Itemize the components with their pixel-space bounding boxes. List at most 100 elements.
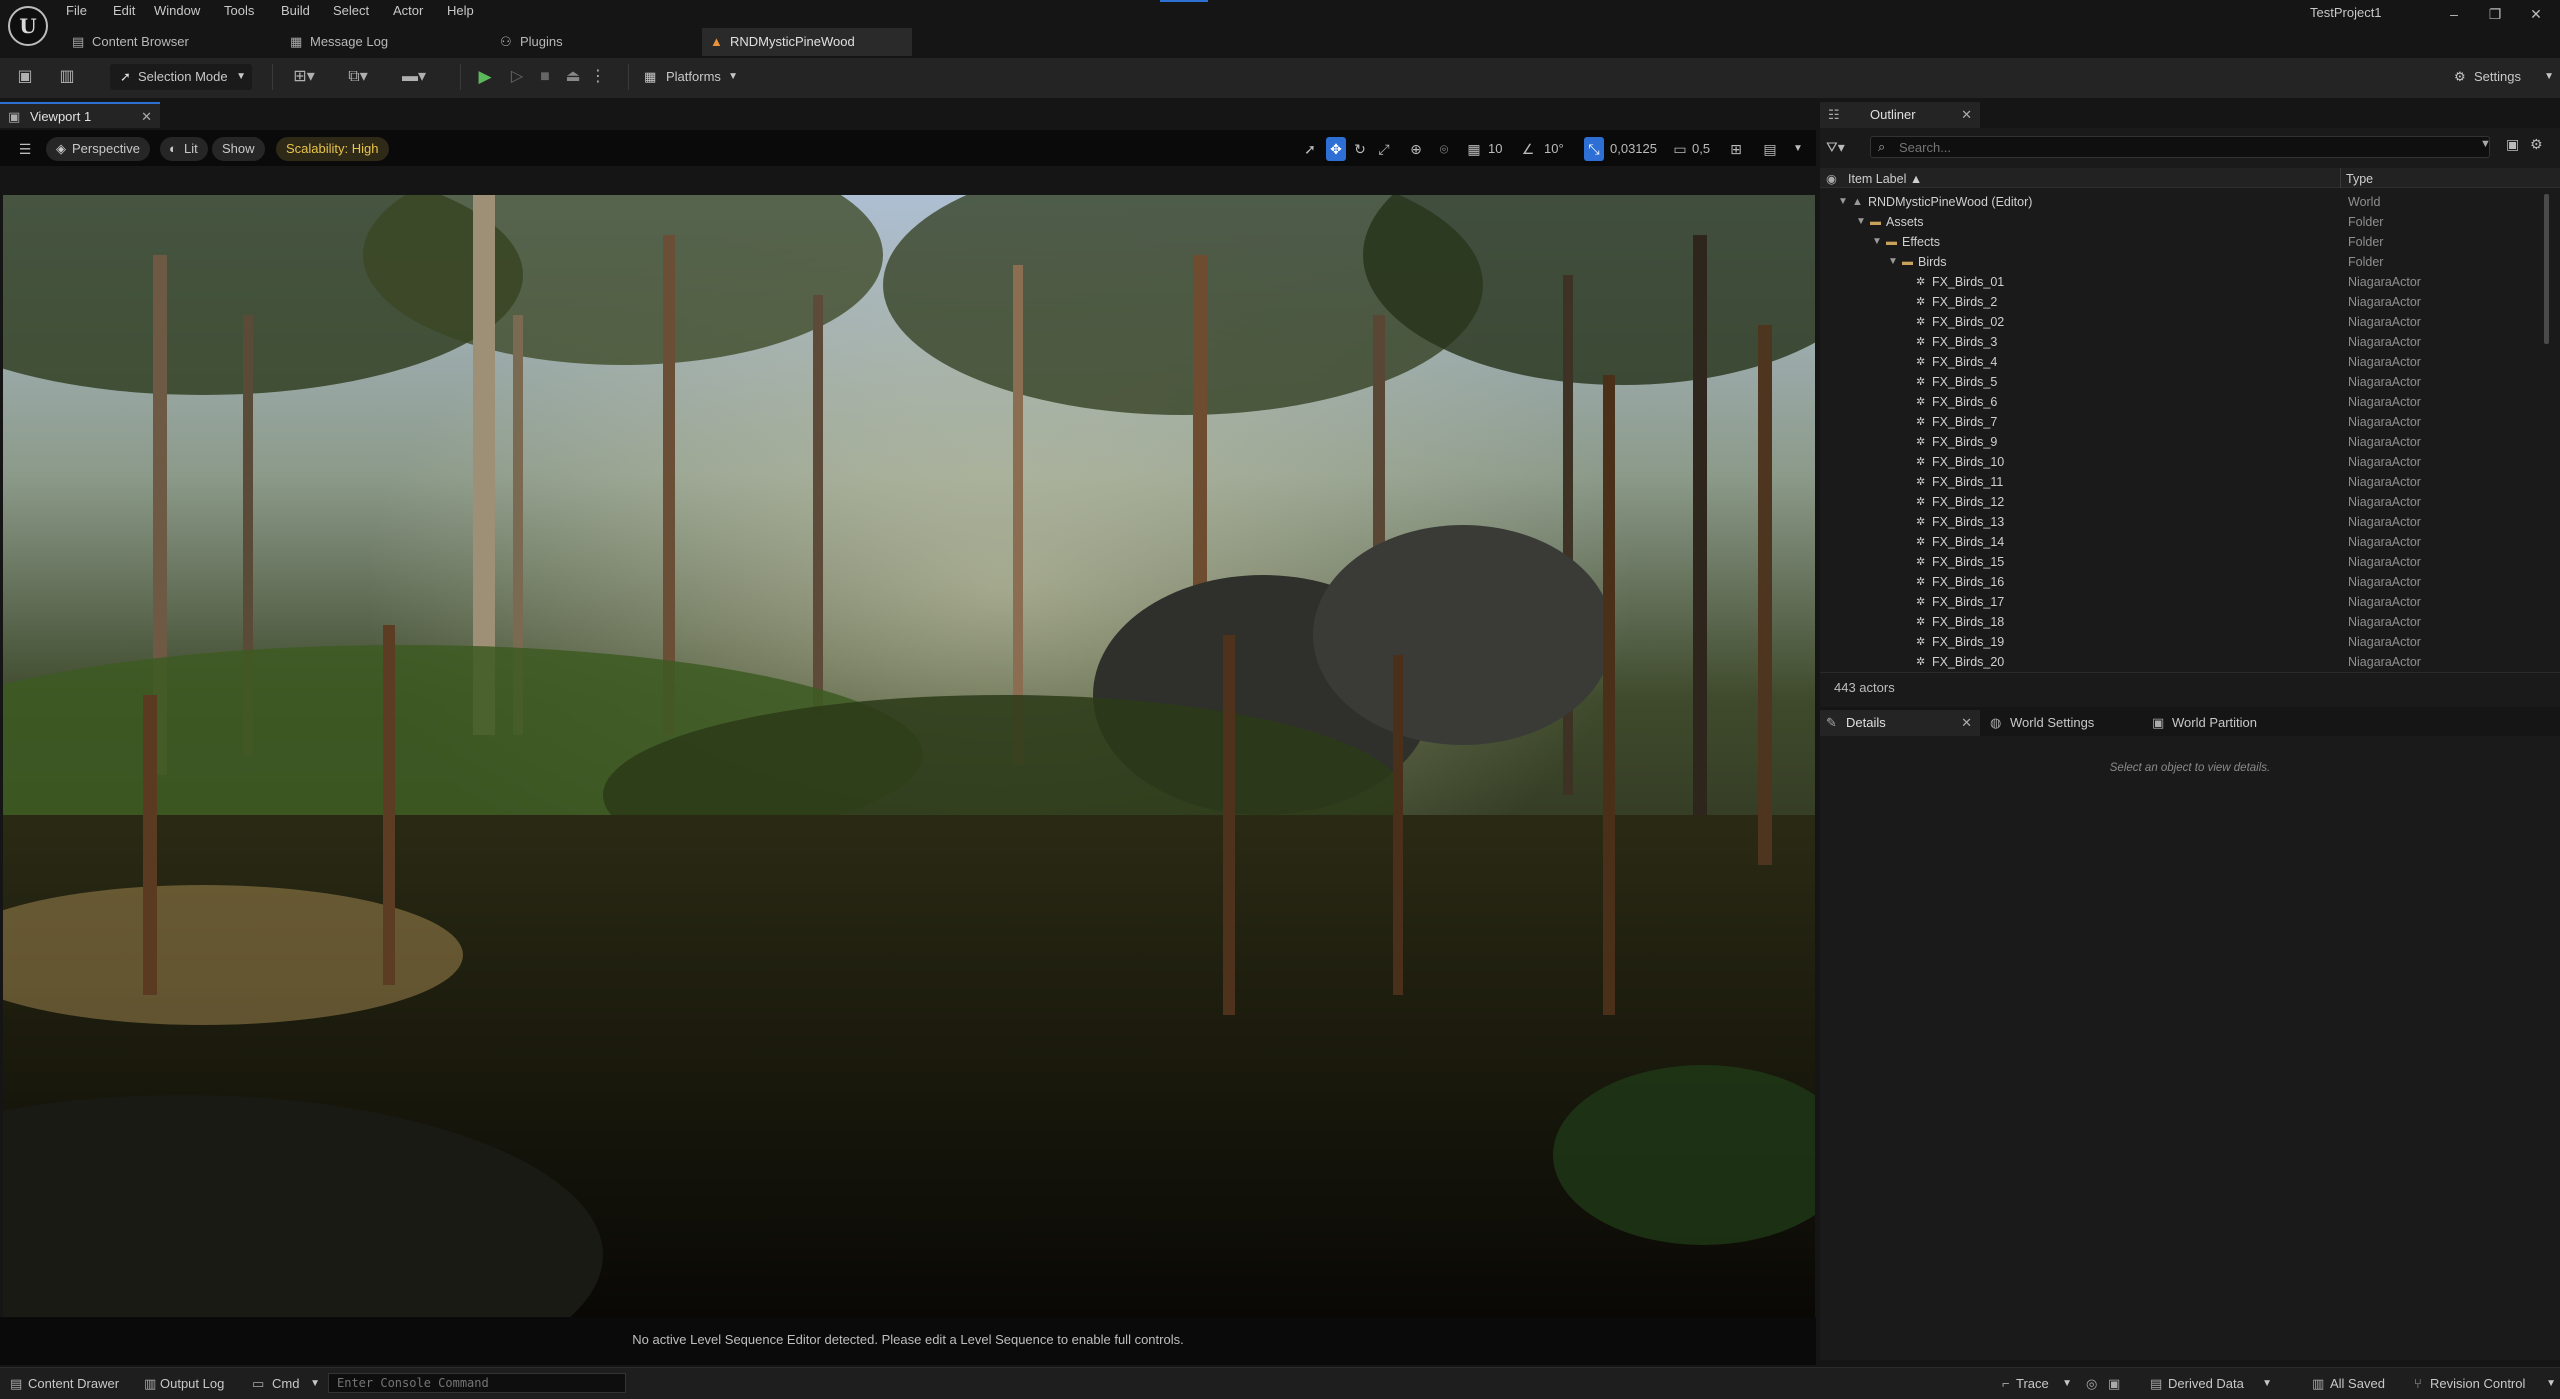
menu-build[interactable]: Build: [281, 0, 310, 22]
all-saved-button[interactable]: ▥ All Saved: [2310, 1375, 2385, 1393]
translate-icon[interactable]: ✥: [1326, 137, 1346, 161]
close-icon[interactable]: ✕: [141, 104, 152, 130]
add-actor-icon[interactable]: ⊞▾: [286, 64, 322, 90]
outliner-row[interactable]: ✲ FX_Birds_02 NiagaraActor: [1820, 312, 2540, 332]
camera-speed-value[interactable]: 0,5: [1692, 137, 1710, 161]
layout-icon[interactable]: ▤: [1752, 137, 1788, 161]
close-icon[interactable]: ✕: [1961, 710, 1972, 736]
trace-dropdown[interactable]: ⌐ Trace ▼: [2002, 1375, 2072, 1393]
rotate-icon[interactable]: ↻: [1350, 137, 1370, 161]
screenshot-icon[interactable]: ▣: [2108, 1375, 2120, 1393]
eject-icon[interactable]: ⏏: [560, 64, 586, 90]
outliner-row[interactable]: ✲ FX_Birds_16 NiagaraActor: [1820, 572, 2540, 592]
outliner-row[interactable]: ✲ FX_Birds_4 NiagaraActor: [1820, 352, 2540, 372]
menu-window[interactable]: Window: [154, 0, 200, 22]
grid-snap-icon[interactable]: ▦: [1464, 137, 1484, 161]
select-cursor-icon[interactable]: ➚: [1300, 137, 1320, 161]
column-item-label[interactable]: Item Label ▲: [1848, 170, 1922, 188]
surface-snap-icon[interactable]: ⌾: [1434, 137, 1454, 161]
maximize-viewport-icon[interactable]: ⊞: [1726, 137, 1746, 161]
outliner-row[interactable]: ✲ FX_Birds_17 NiagaraActor: [1820, 592, 2540, 612]
scale-icon[interactable]: ⤢: [1374, 137, 1394, 161]
world-local-icon[interactable]: ⊕: [1406, 137, 1426, 161]
outliner-row[interactable]: ✲ FX_Birds_10 NiagaraActor: [1820, 452, 2540, 472]
menu-help[interactable]: Help: [447, 0, 474, 22]
show-button[interactable]: Show: [212, 137, 265, 161]
column-type[interactable]: Type: [2346, 170, 2373, 188]
outliner-row[interactable]: ▼ ▬ Effects Folder: [1820, 232, 2540, 252]
stop-icon[interactable]: ■: [532, 64, 558, 90]
close-window-icon[interactable]: ✕: [2526, 4, 2546, 24]
outliner-row[interactable]: ✲ FX_Birds_12 NiagaraActor: [1820, 492, 2540, 512]
blueprints-icon[interactable]: ⧉▾: [340, 64, 376, 90]
output-log-button[interactable]: ▥ Output Log: [142, 1375, 224, 1393]
outliner-row[interactable]: ✲ FX_Birds_3 NiagaraActor: [1820, 332, 2540, 352]
chevron-down-icon[interactable]: ▼: [2480, 138, 2491, 150]
add-folder-icon[interactable]: ▣: [2506, 136, 2519, 153]
outliner-row[interactable]: ✲ FX_Birds_18 NiagaraActor: [1820, 612, 2540, 632]
save-icon[interactable]: ▣: [14, 64, 36, 90]
outliner-row[interactable]: ✲ FX_Birds_13 NiagaraActor: [1820, 512, 2540, 532]
expand-arrow-icon[interactable]: ▼: [1856, 212, 1866, 232]
minimize-icon[interactable]: –: [2444, 4, 2464, 24]
outliner-row[interactable]: ▼ ▬ Birds Folder: [1820, 252, 2540, 272]
chevron-down-icon[interactable]: ▼: [1790, 137, 1806, 161]
scale-snap-value[interactable]: 0,03125: [1610, 137, 1657, 161]
expand-arrow-icon[interactable]: ▼: [1872, 232, 1882, 252]
tab-content-browser[interactable]: ▤ Content Browser: [64, 28, 264, 56]
expand-arrow-icon[interactable]: ▼: [1838, 192, 1848, 212]
outliner-row[interactable]: ✲ FX_Birds_20 NiagaraActor: [1820, 652, 2540, 670]
settings-button[interactable]: ⚙ Settings ▼: [2450, 64, 2556, 90]
play-icon[interactable]: ▶: [472, 64, 498, 90]
filter-icon[interactable]: ⛛▾: [1826, 136, 1862, 158]
more-options-icon[interactable]: ⋮: [590, 64, 606, 90]
cinematics-icon[interactable]: ▬▾: [396, 64, 432, 90]
outliner-row[interactable]: ✲ FX_Birds_11 NiagaraActor: [1820, 472, 2540, 492]
derived-data-dropdown[interactable]: ▤ Derived Data ▼: [2148, 1375, 2272, 1393]
outliner-row[interactable]: ✲ FX_Birds_2 NiagaraActor: [1820, 292, 2540, 312]
scale-snap-icon[interactable]: ⤡: [1584, 137, 1604, 161]
cmd-dropdown[interactable]: ▭ Cmd ▼: [250, 1375, 322, 1393]
outliner-scrollbar[interactable]: [2544, 194, 2549, 344]
perspective-button[interactable]: ◈ Perspective: [46, 137, 150, 161]
tab-viewport-1[interactable]: ▣ Viewport 1 ✕: [0, 102, 160, 128]
visibility-eye-icon[interactable]: ◉: [1826, 170, 1837, 188]
restore-icon[interactable]: ❐: [2485, 4, 2505, 24]
outliner-row[interactable]: ✲ FX_Birds_15 NiagaraActor: [1820, 552, 2540, 572]
tab-level[interactable]: ▲ RNDMysticPineWood: [702, 28, 912, 56]
unreal-logo-icon[interactable]: U: [8, 6, 48, 46]
menu-edit[interactable]: Edit: [113, 0, 135, 22]
content-drawer-button[interactable]: ▤ Content Drawer: [8, 1375, 119, 1393]
viewport-scene[interactable]: [3, 195, 1815, 1317]
outliner-row[interactable]: ✲ FX_Birds_9 NiagaraActor: [1820, 432, 2540, 452]
lit-button[interactable]: ◐ Lit: [160, 137, 208, 161]
tab-details[interactable]: ✎ Details ✕: [1820, 710, 1980, 736]
browse-icon[interactable]: ▥: [56, 64, 78, 90]
tab-plugins[interactable]: ⚇ Plugins: [492, 28, 692, 56]
menu-file[interactable]: File: [66, 0, 87, 22]
column-divider[interactable]: [2340, 168, 2341, 188]
platforms-dropdown[interactable]: ▦ Platforms ▼: [640, 64, 740, 90]
step-icon[interactable]: ▷: [504, 64, 530, 90]
menu-select[interactable]: Select: [333, 0, 369, 22]
menu-actor[interactable]: Actor: [393, 0, 423, 22]
close-icon[interactable]: ✕: [1961, 102, 1972, 128]
rotation-snap-value[interactable]: 10°: [1544, 137, 1564, 161]
rotation-snap-icon[interactable]: ∠: [1518, 137, 1538, 161]
outliner-row[interactable]: ✲ FX_Birds_5 NiagaraActor: [1820, 372, 2540, 392]
tab-message-log[interactable]: ▦ Message Log: [282, 28, 482, 56]
hamburger-menu-icon[interactable]: ☰: [14, 137, 36, 161]
menu-tools[interactable]: Tools: [224, 0, 254, 22]
expand-arrow-icon[interactable]: ▼: [1888, 252, 1898, 272]
outliner-row[interactable]: ✲ FX_Birds_7 NiagaraActor: [1820, 412, 2540, 432]
gear-icon[interactable]: ⚙: [2530, 136, 2543, 153]
revision-control-dropdown[interactable]: ⑂ Revision Control ▼: [2412, 1375, 2556, 1393]
outliner-row[interactable]: ✲ FX_Birds_01 NiagaraActor: [1820, 272, 2540, 292]
outliner-row[interactable]: ✲ FX_Birds_19 NiagaraActor: [1820, 632, 2540, 652]
grid-snap-value[interactable]: 10: [1488, 137, 1502, 161]
camera-speed-icon[interactable]: ▭: [1670, 137, 1690, 161]
record-icon[interactable]: ◎: [2086, 1375, 2097, 1393]
outliner-row[interactable]: ▼ ▬ Assets Folder: [1820, 212, 2540, 232]
selection-mode-dropdown[interactable]: ➚ Selection Mode ▼: [110, 64, 252, 90]
tab-world-partition[interactable]: ▣ World Partition: [2146, 710, 2306, 736]
